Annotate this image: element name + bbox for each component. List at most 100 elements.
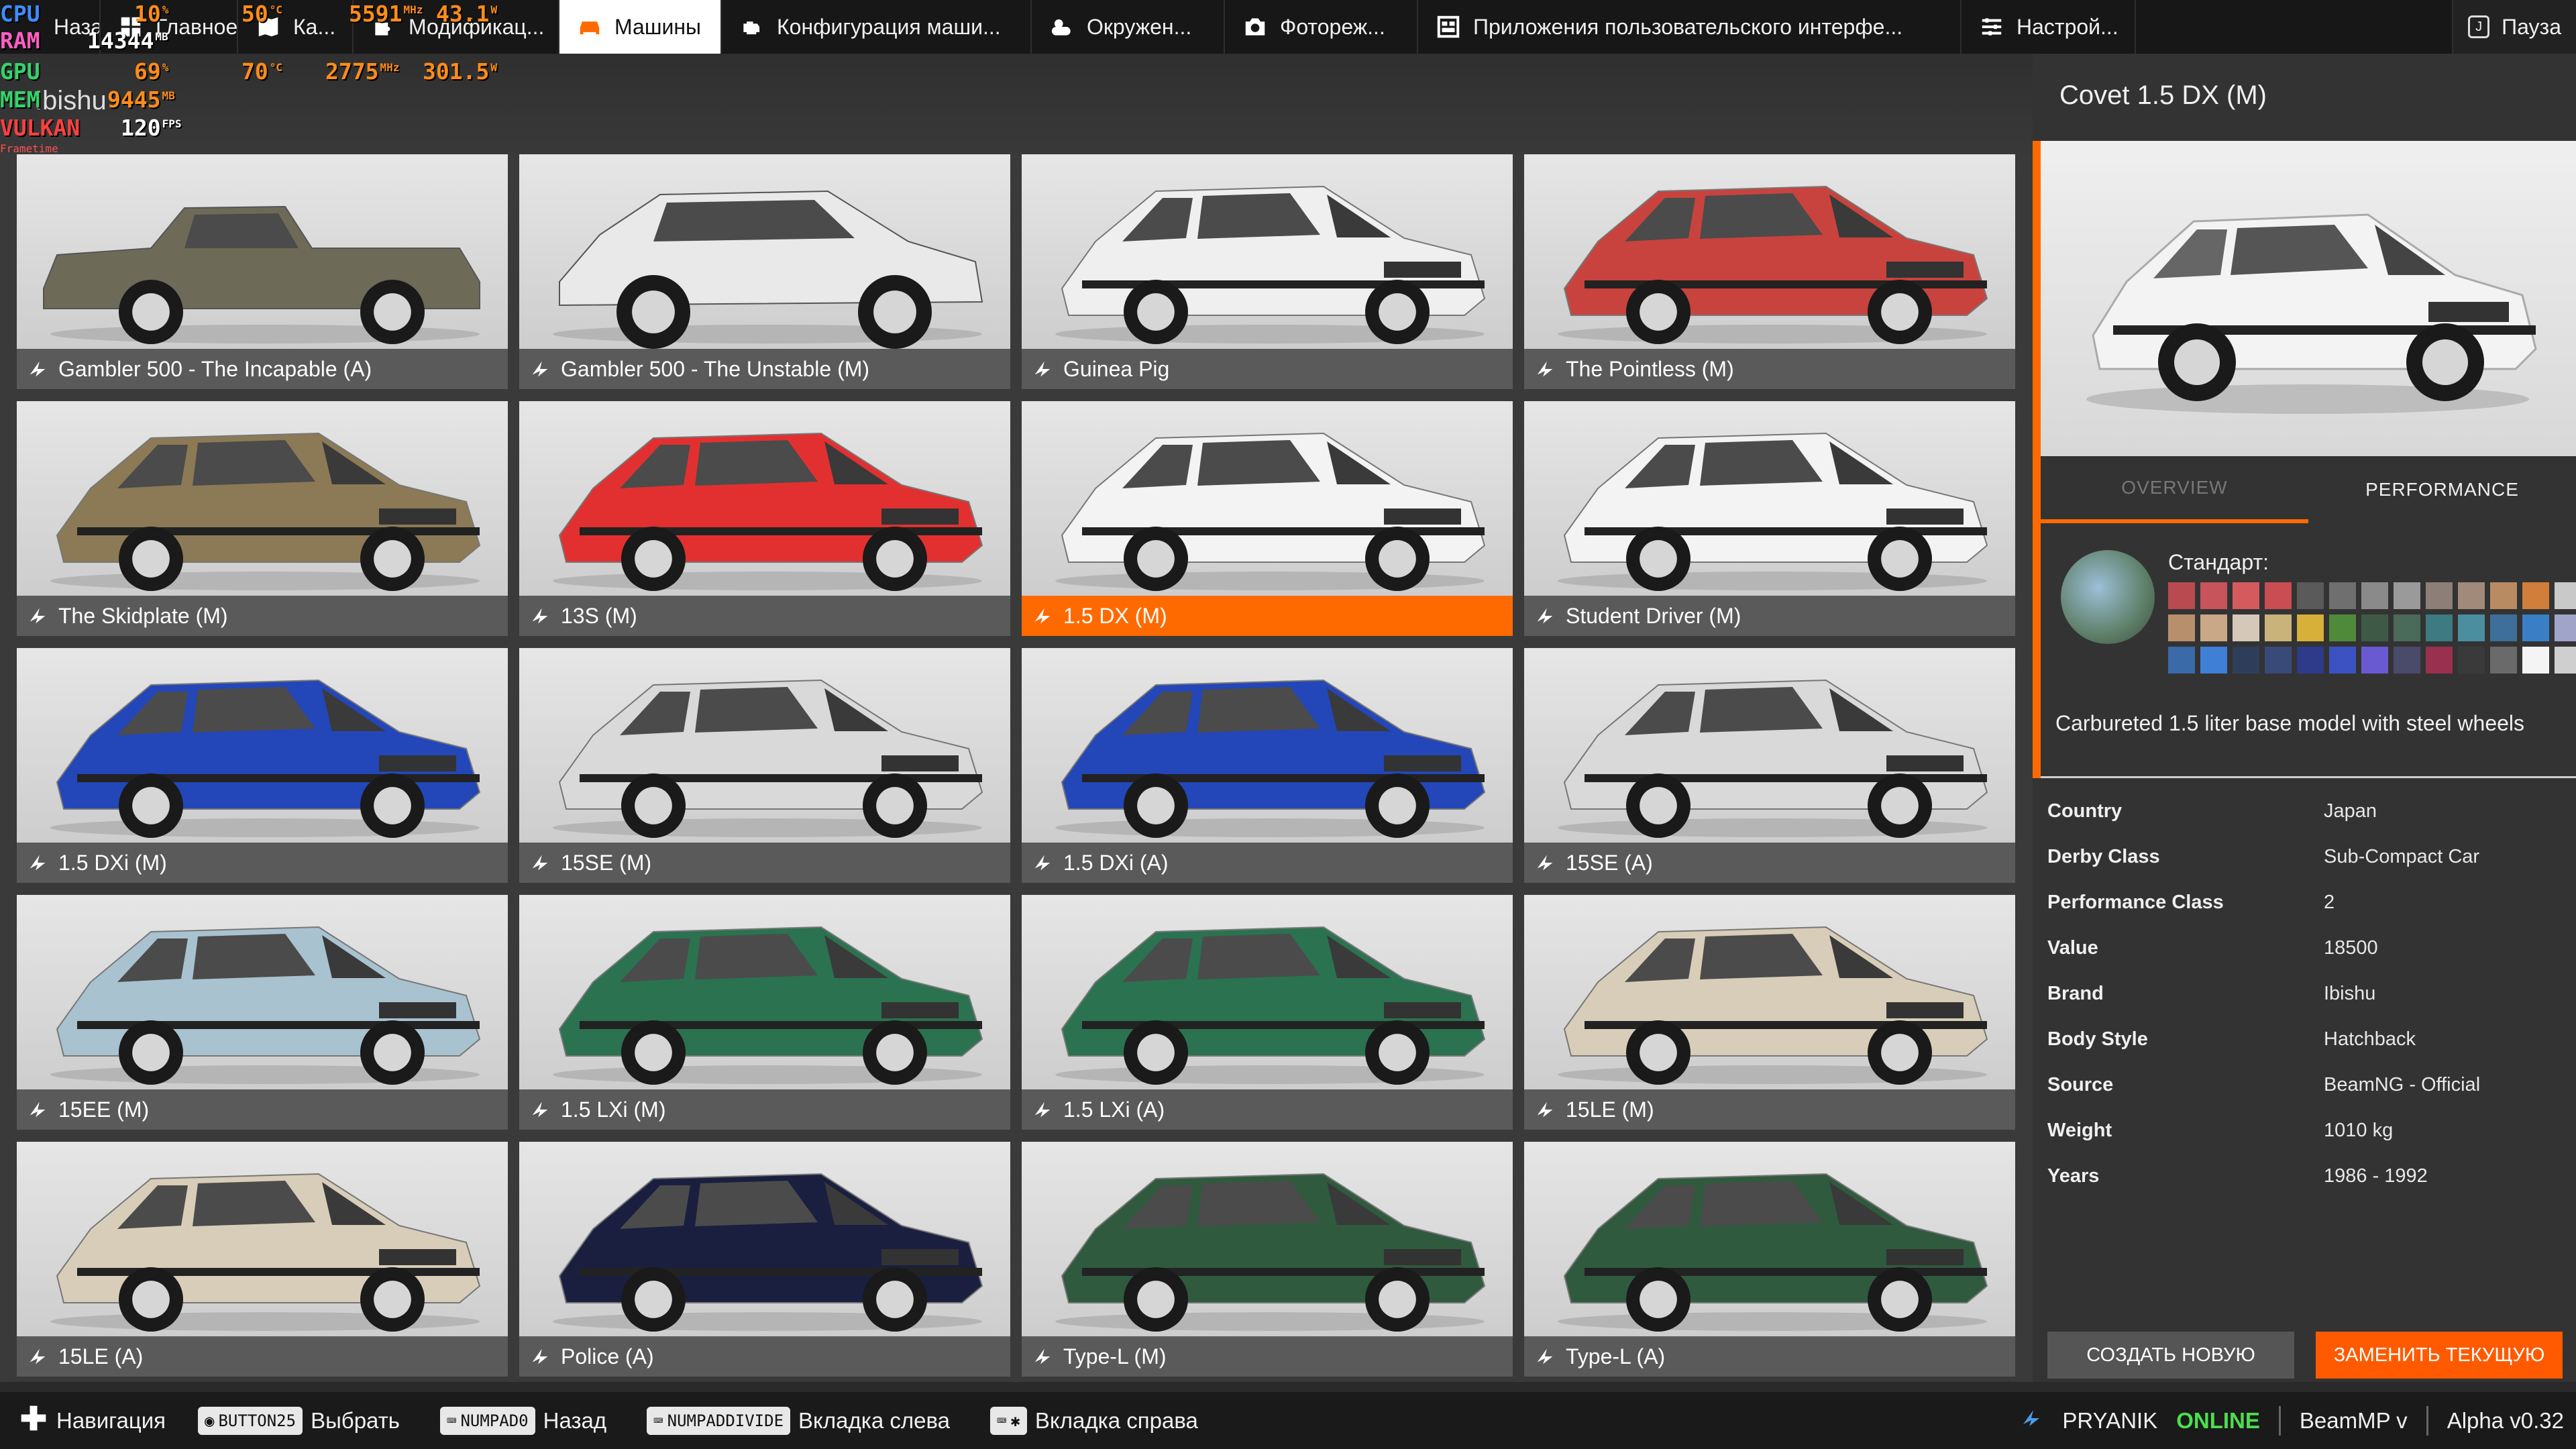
- vehicle-card[interactable]: Guinea Pig: [1022, 154, 1513, 389]
- paint-swatch[interactable]: [2426, 614, 2453, 641]
- paint-swatch[interactable]: [2458, 614, 2485, 641]
- official-badge-icon: [529, 1098, 551, 1121]
- divider: [2426, 1405, 2428, 1436]
- paint-swatch[interactable]: [2200, 582, 2227, 609]
- vehicle-card[interactable]: 1.5 DX (M): [1022, 401, 1513, 636]
- paint-swatch[interactable]: [2265, 614, 2292, 641]
- paint-swatch[interactable]: [2265, 647, 2292, 674]
- paint-swatch[interactable]: [2555, 582, 2576, 609]
- paint-swatch[interactable]: [2394, 614, 2420, 641]
- paint-swatch[interactable]: [2458, 582, 2485, 609]
- paint-swatch[interactable]: [2458, 647, 2485, 674]
- tab-main-menu[interactable]: Главное ме...: [101, 0, 238, 54]
- tab-environment[interactable]: Окружен...: [1032, 0, 1225, 54]
- vehicle-card[interactable]: 15LE (A): [17, 1142, 508, 1377]
- vehicle-card[interactable]: Gambler 500 - The Incapable (A): [17, 154, 508, 389]
- paint-swatch[interactable]: [2394, 582, 2420, 609]
- tab-label: Главное ме...: [156, 14, 238, 39]
- paint-swatch[interactable]: [2361, 614, 2388, 641]
- vehicle-card-label: Type-L (A): [1566, 1344, 1666, 1368]
- paint-swatch[interactable]: [2522, 614, 2549, 641]
- paint-swatch[interactable]: [2329, 582, 2356, 609]
- official-badge-icon: [26, 1098, 49, 1121]
- vehicle-card[interactable]: 15SE (A): [1524, 648, 2015, 883]
- car-icon: [577, 14, 602, 40]
- create-new-button[interactable]: СОЗДАТЬ НОВУЮ: [2047, 1332, 2294, 1379]
- tab-vehicles[interactable]: Машины: [559, 0, 722, 54]
- vehicle-card[interactable]: Gambler 500 - The Unstable (M): [519, 154, 1010, 389]
- paint-swatch[interactable]: [2200, 647, 2227, 674]
- paint-swatch[interactable]: [2490, 614, 2517, 641]
- vehicle-card[interactable]: 1.5 LXi (M): [519, 895, 1010, 1130]
- tab-ui-apps[interactable]: Приложения пользовательского интерфе...: [1418, 0, 1962, 54]
- vehicle-card[interactable]: 1.5 DXi (A): [1022, 648, 1513, 883]
- paint-swatch[interactable]: [2200, 614, 2227, 641]
- hint-tab-right-label: Вкладка справа: [1034, 1407, 1198, 1433]
- paint-swatch[interactable]: [2522, 647, 2549, 674]
- tab-performance[interactable]: PERFORMANCE: [2308, 456, 2576, 523]
- paint-swatch[interactable]: [2329, 647, 2356, 674]
- vehicle-card[interactable]: 1.5 DXi (M): [17, 648, 508, 883]
- paint-swatch[interactable]: [2426, 647, 2453, 674]
- paint-swatch[interactable]: [2555, 647, 2576, 674]
- property-value: Hatchback: [2324, 1028, 2416, 1050]
- paint-swatch[interactable]: [2168, 614, 2195, 641]
- vehicle-thumbnail: [17, 154, 508, 349]
- tab-overview[interactable]: OVERVIEW: [2041, 456, 2308, 523]
- official-badge-icon: [1534, 851, 1556, 874]
- paint-swatch[interactable]: [2233, 582, 2259, 609]
- vehicle-card[interactable]: Type-L (A): [1524, 1142, 2015, 1377]
- pause-button[interactable]: J Пауза: [2452, 0, 2576, 54]
- paint-swatch[interactable]: [2522, 582, 2549, 609]
- vehicle-card[interactable]: 15EE (M): [17, 895, 508, 1130]
- vehicle-card[interactable]: The Pointless (M): [1524, 154, 2015, 389]
- paint-swatch[interactable]: [2361, 647, 2388, 674]
- tab-mods[interactable]: Модификац...: [354, 0, 559, 54]
- vehicle-thumbnail-image: [553, 679, 983, 838]
- paint-swatch[interactable]: [2168, 582, 2195, 609]
- vehicle-card-label-bar: 1.5 DX (M): [1022, 596, 1513, 636]
- paint-swatch[interactable]: [2233, 647, 2259, 674]
- vehicle-grid-area[interactable]: Ibishu Gambler 500 - The Incapable (A) Ga…: [0, 54, 2033, 1382]
- multiplayer-status: PRYANIK ONLINE BeamMP v Alpha v0.32: [2019, 1405, 2576, 1436]
- back-button[interactable]: Назад: [0, 0, 101, 54]
- vehicle-preview: [2033, 141, 2576, 456]
- paint-swatch[interactable]: [2555, 614, 2576, 641]
- vehicle-description: Carbureted 1.5 liter base model with ste…: [2041, 691, 2576, 778]
- vehicle-card[interactable]: Police (A): [519, 1142, 1010, 1377]
- paint-swatch[interactable]: [2490, 647, 2517, 674]
- paint-swatch[interactable]: [2490, 582, 2517, 609]
- vehicle-card[interactable]: 13S (M): [519, 401, 1010, 636]
- paint-preview-thumbnail: [2061, 550, 2155, 644]
- vehicle-card[interactable]: Type-L (M): [1022, 1142, 1513, 1377]
- vehicle-card[interactable]: Student Driver (M): [1524, 401, 2015, 636]
- vehicle-preview-image: [2086, 213, 2537, 414]
- vehicle-card[interactable]: The Skidplate (M): [17, 401, 508, 636]
- hint-tab-left-label: Вкладка слева: [798, 1407, 951, 1433]
- tab-settings[interactable]: Настрой...: [1962, 0, 2136, 54]
- paint-swatch[interactable]: [2297, 647, 2324, 674]
- paint-swatch[interactable]: [2361, 582, 2388, 609]
- property-row: Weight 1010 kg: [2047, 1108, 2571, 1153]
- paint-swatch[interactable]: [2297, 582, 2324, 609]
- official-badge-icon: [1031, 851, 1054, 874]
- vehicle-card-label: The Pointless (M): [1566, 356, 1734, 381]
- paint-swatch[interactable]: [2265, 582, 2292, 609]
- official-badge-icon: [26, 851, 49, 874]
- paint-swatch[interactable]: [2233, 614, 2259, 641]
- paint-swatch[interactable]: [2394, 647, 2420, 674]
- vehicle-card-label: 15SE (M): [561, 850, 652, 875]
- tab-photo-mode[interactable]: Фотореж...: [1225, 0, 1418, 54]
- paint-swatch[interactable]: [2426, 582, 2453, 609]
- vehicle-card[interactable]: 1.5 LXi (A): [1022, 895, 1513, 1130]
- tab-vehicle-config[interactable]: Конфигурация маши...: [722, 0, 1032, 54]
- paint-swatch[interactable]: [2168, 647, 2195, 674]
- paint-swatch[interactable]: [2329, 614, 2356, 641]
- replace-current-button[interactable]: ЗАМЕНИТЬ ТЕКУЩУЮ: [2316, 1332, 2563, 1379]
- vehicle-card[interactable]: 15SE (M): [519, 648, 1010, 883]
- tab-label: Модификац...: [409, 14, 545, 39]
- paint-swatch[interactable]: [2297, 614, 2324, 641]
- tab-map[interactable]: Ка...: [238, 0, 354, 54]
- vehicle-card[interactable]: 15LE (M): [1524, 895, 2015, 1130]
- hint-select-label: Выбрать: [311, 1407, 400, 1433]
